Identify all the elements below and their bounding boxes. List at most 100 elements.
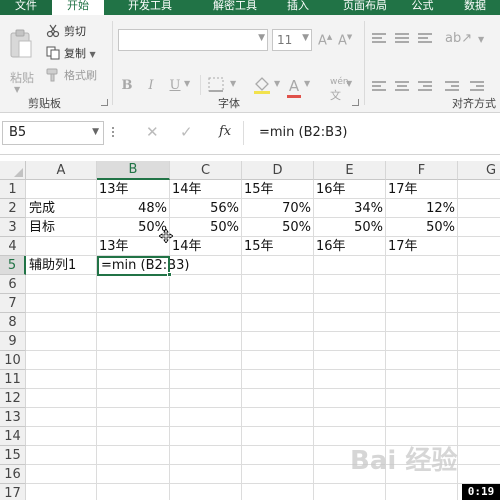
align-center-icon[interactable] (395, 81, 409, 93)
cell-f2[interactable]: 12% (386, 199, 457, 218)
clipboard-icon (10, 29, 32, 58)
cell-d1[interactable]: 15年 (242, 180, 313, 199)
cell-e1[interactable]: 16年 (314, 180, 385, 199)
cell-d4[interactable]: 15年 (242, 237, 313, 256)
insert-function-button[interactable]: fx (219, 124, 231, 139)
row-header-13[interactable]: 13 (0, 408, 26, 427)
fill-color-icon[interactable] (252, 75, 272, 95)
cell-f1[interactable]: 17年 (386, 180, 457, 199)
cell-b2[interactable]: 48% (97, 199, 169, 218)
tab-formulas[interactable]: 公式 (400, 0, 445, 15)
cell-f4[interactable]: 17年 (386, 237, 457, 256)
cell-a2[interactable]: 完成 (27, 199, 96, 218)
fill-handle[interactable] (167, 272, 172, 277)
column-header-b[interactable]: B (97, 161, 170, 180)
chevron-down-icon: ▼ (89, 50, 96, 59)
cell-c1[interactable]: 14年 (170, 180, 241, 199)
gridline (26, 388, 500, 389)
chevron-down-icon[interactable]: ▼ (346, 79, 352, 88)
column-header-g[interactable]: G (458, 161, 500, 180)
row-header-15[interactable]: 15 (0, 446, 26, 465)
format-painter-button[interactable]: 格式刷 (46, 67, 97, 85)
row-header-7[interactable]: 7 (0, 294, 26, 313)
borders-icon[interactable] (208, 77, 226, 93)
select-all-button[interactable] (0, 161, 26, 180)
cell-a5[interactable]: 辅助列1 (27, 256, 96, 275)
name-box[interactable]: B5 ▼ (2, 121, 104, 145)
column-header-e[interactable]: E (314, 161, 386, 180)
decrease-indent-icon[interactable] (445, 81, 459, 93)
clipboard-dialog-launcher[interactable] (101, 99, 108, 106)
row-header-3[interactable]: 3 (0, 218, 26, 237)
row-header-6[interactable]: 6 (0, 275, 26, 294)
cell-f3[interactable]: 50% (386, 218, 457, 237)
tab-page-layout[interactable]: 页面布局 (320, 0, 410, 15)
chevron-down-icon[interactable]: ▼ (184, 79, 190, 88)
chevron-down-icon: ▼ (258, 33, 265, 43)
chevron-down-icon[interactable]: ▼ (478, 35, 484, 44)
underline-button[interactable]: U (168, 77, 182, 95)
cell-d3[interactable]: 50% (242, 218, 313, 237)
tab-decrypt-tools[interactable]: 解密工具 (195, 0, 275, 15)
confirm-entry-icon[interactable]: ✓ (180, 123, 193, 141)
cell-e2[interactable]: 34% (314, 199, 385, 218)
increase-indent-icon[interactable] (470, 81, 484, 93)
align-bottom-icon[interactable] (418, 33, 432, 45)
gridline (26, 426, 500, 427)
row-header-11[interactable]: 11 (0, 370, 26, 389)
cell-c4[interactable]: 14年 (170, 237, 241, 256)
column-header-f[interactable]: F (386, 161, 458, 180)
bold-button[interactable]: B (120, 77, 134, 95)
formula-bar-grip[interactable] (112, 127, 116, 141)
row-header-16[interactable]: 16 (0, 465, 26, 484)
row-header-9[interactable]: 9 (0, 332, 26, 351)
row-header-5[interactable]: 5 (0, 256, 26, 275)
chevron-down-icon[interactable]: ▼ (304, 79, 310, 88)
paste-label: 粘贴 (10, 71, 35, 85)
column-header-a[interactable]: A (26, 161, 97, 180)
row-header-10[interactable]: 10 (0, 351, 26, 370)
formula-input[interactable]: =min (B2:B3) (259, 125, 347, 140)
row-header-4[interactable]: 4 (0, 237, 26, 256)
font-dialog-launcher[interactable] (352, 99, 359, 106)
font-name-dropdown[interactable]: ▼ (118, 29, 268, 51)
tab-home[interactable]: 开始 (52, 0, 104, 15)
row-header-12[interactable]: 12 (0, 389, 26, 408)
chevron-down-icon[interactable]: ▼ (274, 79, 280, 88)
cell-a3[interactable]: 目标 (27, 218, 96, 237)
copy-button[interactable]: 复制 ▼ (46, 45, 96, 63)
column-header-d[interactable]: D (242, 161, 314, 180)
cell-c3[interactable]: 50% (170, 218, 241, 237)
cell-d2[interactable]: 70% (242, 199, 313, 218)
row-header-17[interactable]: 17 (0, 484, 26, 500)
chevron-down-icon[interactable]: ▼ (230, 79, 236, 88)
cancel-entry-icon[interactable]: ✕ (146, 123, 159, 141)
cell-e3[interactable]: 50% (314, 218, 385, 237)
align-top-icon[interactable] (372, 33, 386, 45)
increase-font-icon[interactable]: A▲ (318, 33, 332, 48)
tab-developer[interactable]: 开发工具 (110, 0, 190, 15)
cell-c2[interactable]: 56% (170, 199, 241, 218)
row-header-14[interactable]: 14 (0, 427, 26, 446)
column-header-c[interactable]: C (170, 161, 242, 180)
cell-b1[interactable]: 13年 (97, 180, 169, 199)
tab-file[interactable]: 文件 (0, 0, 52, 15)
align-left-icon[interactable] (372, 81, 386, 93)
tab-insert[interactable]: 插入 (276, 0, 320, 15)
cell-e4[interactable]: 16年 (314, 237, 385, 256)
align-middle-icon[interactable] (395, 33, 409, 45)
row-header-2[interactable]: 2 (0, 199, 26, 218)
font-group-label: 字体 (218, 97, 240, 110)
orientation-icon[interactable]: ab↗ (445, 31, 472, 46)
font-size-dropdown[interactable]: 11 ▼ (272, 29, 312, 51)
decrease-font-icon[interactable]: A▼ (338, 33, 352, 48)
italic-button[interactable]: I (145, 77, 157, 95)
tab-data[interactable]: 数据 (450, 0, 500, 15)
paste-button[interactable]: 粘贴 ▼ (4, 25, 38, 94)
font-color-swatch (287, 95, 301, 98)
cut-button[interactable]: 剪切 (46, 23, 86, 41)
row-header-8[interactable]: 8 (0, 313, 26, 332)
align-right-icon[interactable] (418, 81, 432, 93)
row-header-1[interactable]: 1 (0, 180, 26, 199)
font-color-button[interactable]: A (287, 77, 301, 95)
